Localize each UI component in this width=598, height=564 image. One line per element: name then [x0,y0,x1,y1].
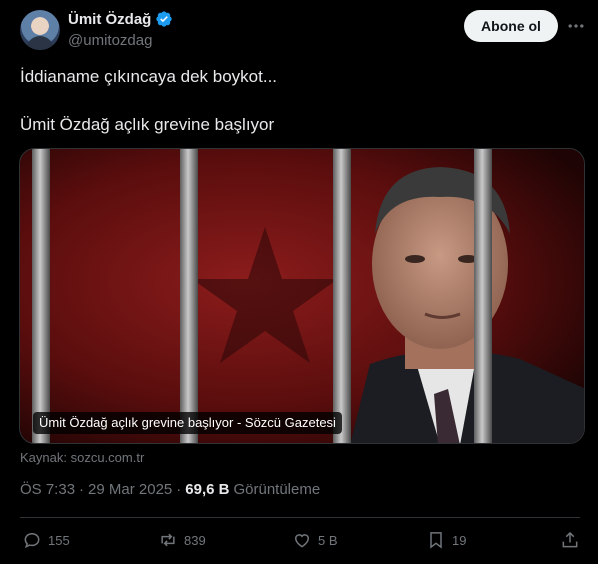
tweet-text-line: İddianame çıkıncaya dek boykot... [20,67,278,86]
media-card-image[interactable] [19,148,585,444]
more-options-icon[interactable] [564,14,588,38]
share-button[interactable] [560,530,580,550]
divider [20,517,580,518]
tweet-actions: 155 839 5 B 19 [0,526,598,558]
meta-separator: · [79,481,85,498]
meta-separator: · [176,481,182,498]
bookmark-button[interactable]: 19 [426,530,466,550]
media-card-caption: Ümit Özdağ açlık grevine başlıyor - Sözc… [33,412,342,434]
card-source-link[interactable]: Kaynak: sozcu.com.tr [20,450,144,465]
tweet-time[interactable]: ÖS 7:33 [20,481,75,498]
tweet-date[interactable]: 29 Mar 2025 [88,481,172,498]
share-icon [562,531,578,548]
author-name-row: Ümit Özdağ [68,10,173,28]
bookmark-icon [430,532,442,549]
reply-count: 155 [48,532,70,548]
tweet-text: İddianame çıkıncaya dek boykot... Ümit Ö… [20,66,580,136]
tweet-header: Ümit Özdağ @umitozdag Abone ol [0,0,598,60]
reply-button[interactable]: 155 [22,530,70,550]
author-handle[interactable]: @umitozdag [68,32,152,49]
views-label: Görüntüleme [233,481,321,498]
verified-badge-icon [156,11,173,27]
media-image [20,149,584,443]
reply-icon [24,532,40,549]
repost-button[interactable]: 839 [158,530,206,550]
bookmark-count: 19 [452,532,467,548]
follow-button[interactable]: Abone ol [464,10,558,42]
avatar[interactable] [20,10,60,50]
tweet-text-line: Ümit Özdağ açlık grevine başlıyor [20,115,275,134]
like-count: 5 B [318,532,338,548]
repost-icon [161,533,175,547]
repost-count: 839 [184,532,206,548]
heart-icon [294,534,310,548]
tweet-meta: ÖS 7:33 · 29 Mar 2025 · 69,6 B Görüntüle… [20,481,320,498]
like-button[interactable]: 5 B [292,530,338,550]
views-count: 69,6 B [185,481,230,498]
author-name[interactable]: Ümit Özdağ [68,11,151,28]
